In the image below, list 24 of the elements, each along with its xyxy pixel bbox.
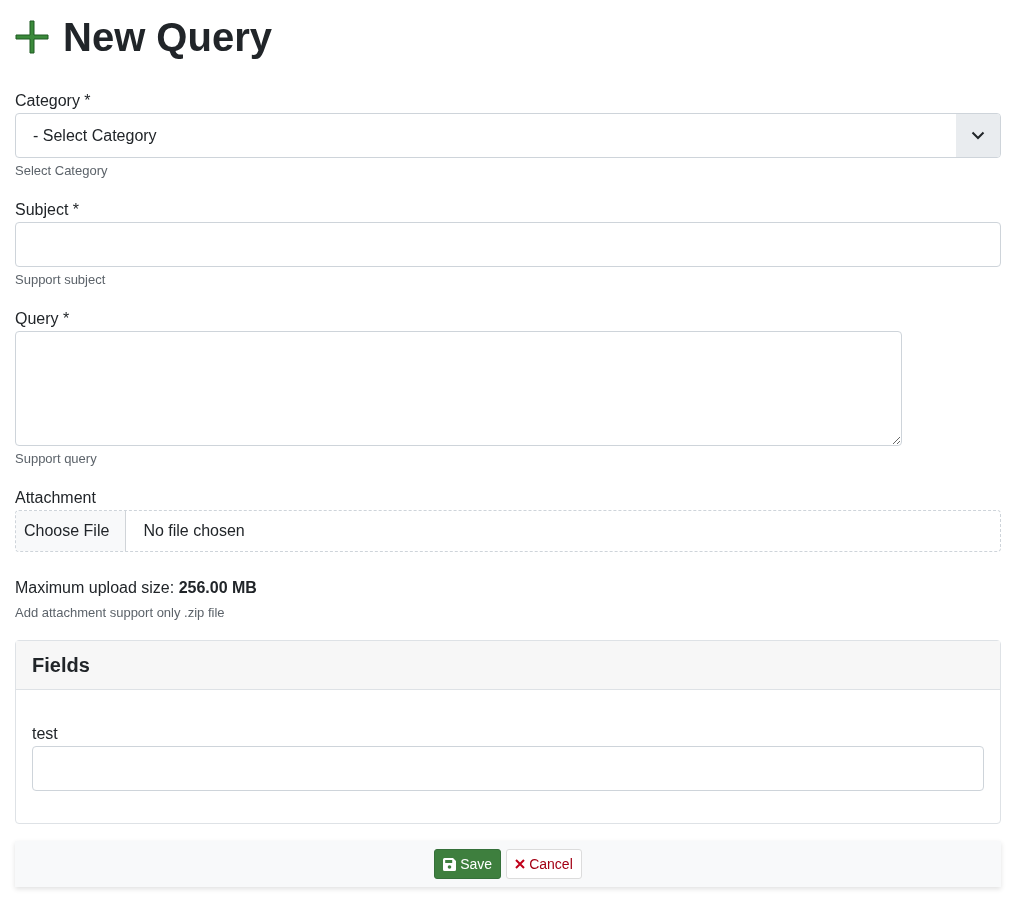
upload-size-note: Maximum upload size: 256.00 MB <box>15 578 257 598</box>
file-input-field[interactable]: Choose File No file chosen <box>15 510 1001 552</box>
field-label: test <box>32 724 58 744</box>
category-select[interactable]: - Select Category <box>15 113 1001 158</box>
chevron-down-icon <box>971 131 985 140</box>
subject-input[interactable] <box>15 222 1001 267</box>
field-label: Attachment <box>15 488 96 508</box>
help-text: Support query <box>15 450 97 468</box>
field-label: Subject * <box>15 200 80 220</box>
help-text: Support subject <box>15 271 106 289</box>
help-text: Select Category <box>15 162 108 180</box>
cancel-button[interactable]: Cancel <box>506 849 582 879</box>
close-icon <box>515 859 526 869</box>
field-label: Category * <box>15 91 91 111</box>
plus-icon <box>15 20 49 54</box>
page-title: New Query <box>63 14 272 61</box>
text-input[interactable] <box>32 746 984 791</box>
choose-file-button[interactable]: Choose File <box>16 511 127 551</box>
file-status-text: No file chosen <box>142 522 245 540</box>
panel-title: Fields <box>32 653 90 677</box>
save-button[interactable]: Save <box>434 849 502 879</box>
query-textarea[interactable] <box>15 331 902 446</box>
field-label: Query * <box>15 309 70 329</box>
help-text: Add attachment support only .zip file <box>15 604 225 622</box>
